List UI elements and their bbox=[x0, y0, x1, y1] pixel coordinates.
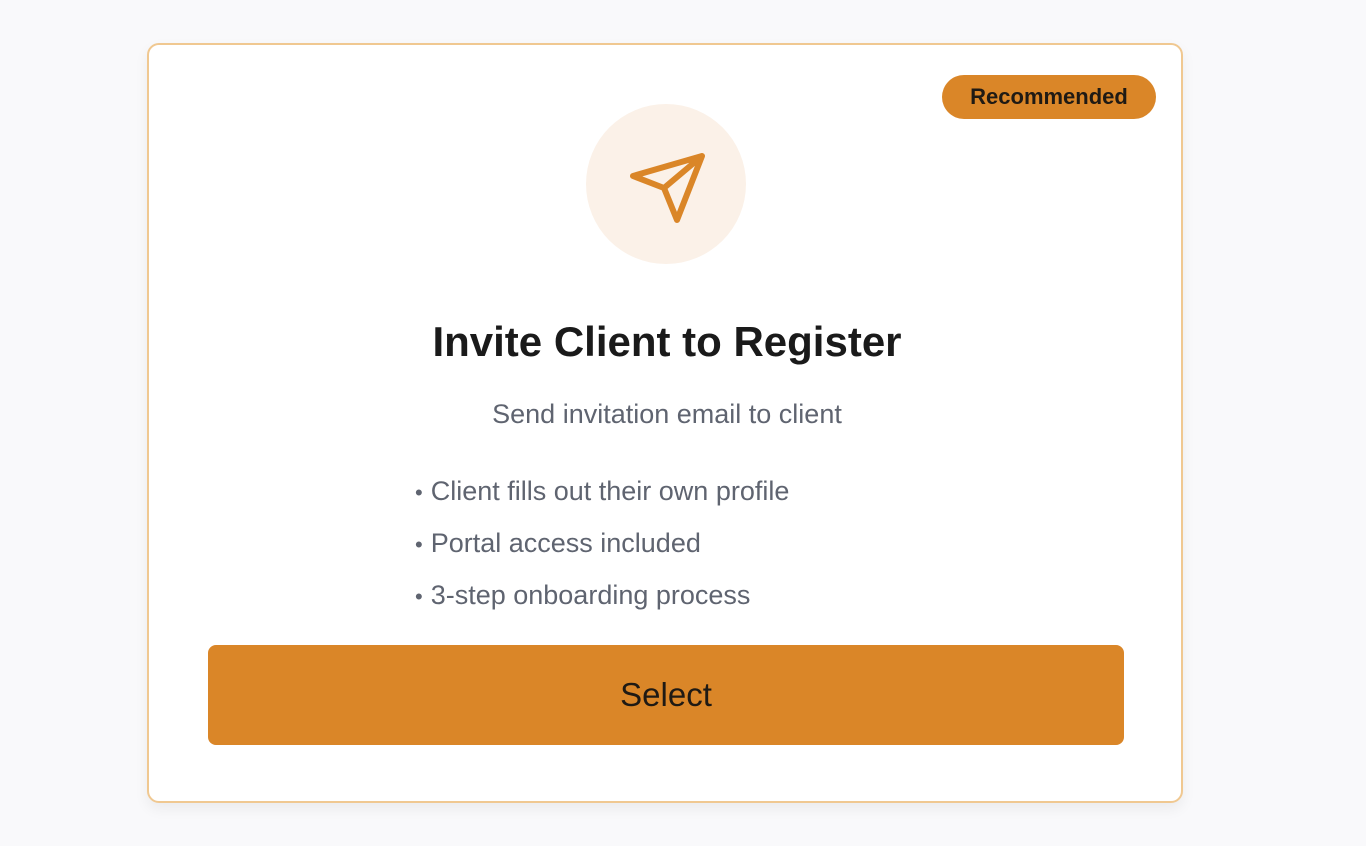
card-title: Invite Client to Register bbox=[432, 318, 902, 365]
select-button[interactable]: Select bbox=[208, 645, 1124, 745]
feature-item: • Portal access included bbox=[415, 518, 789, 570]
recommended-badge: Recommended bbox=[942, 75, 1156, 119]
feature-list: • Client fills out their own profile • Por… bbox=[415, 466, 789, 622]
feature-item: • 3-step onboarding process bbox=[415, 570, 789, 622]
paper-plane-send-icon bbox=[630, 153, 705, 223]
icon-circle bbox=[586, 104, 746, 264]
feature-text: Client fills out their own profile bbox=[430, 476, 790, 506]
feature-text: Portal access included bbox=[430, 528, 701, 558]
card-subtitle: Send invitation email to client bbox=[492, 399, 842, 429]
bullet: • bbox=[415, 532, 423, 557]
feature-item: • Client fills out their own profile bbox=[415, 466, 789, 518]
feature-text: 3-step onboarding process bbox=[430, 580, 751, 610]
bullet: • bbox=[415, 480, 423, 505]
bullet: • bbox=[415, 584, 423, 609]
invite-client-option-card[interactable]: Recommended Invite Client to Register Se… bbox=[147, 43, 1183, 803]
